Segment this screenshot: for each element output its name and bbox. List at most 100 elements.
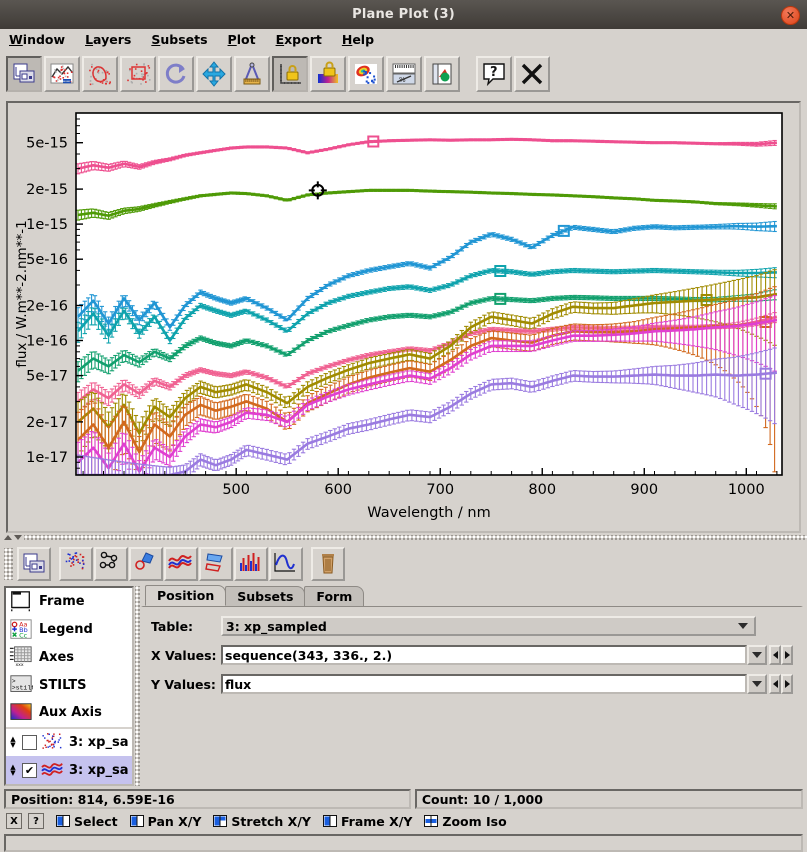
toolbar-pan-move-button[interactable] (196, 56, 232, 92)
splitter-down-icon[interactable] (14, 535, 22, 540)
sidebar-item-label: Axes (39, 650, 74, 665)
menu-help[interactable]: Help (339, 31, 377, 48)
sidebar-item-label: STILTS (39, 678, 86, 693)
splitter-grip[interactable] (24, 535, 807, 540)
toolbar-help-button[interactable]: ? (476, 56, 512, 92)
tab-bar: PositionSubsetsForm (141, 586, 803, 606)
hint-help-button[interactable]: ? (28, 813, 44, 829)
field-next-button[interactable] (781, 674, 793, 694)
x-tick-label: 900 (630, 482, 658, 498)
sketch-frames-icon: % (391, 61, 417, 87)
sidebar-item-legend[interactable]: AaBbCcLegend (6, 616, 132, 644)
menu-bar: Window Layers Subsets Plot Export Help (0, 29, 807, 50)
control-list-panel[interactable]: FrameAaBbCcLegendxxxAxes>>stilts STILTS Au… (4, 586, 134, 786)
splitter-up-icon[interactable] (4, 535, 12, 540)
form-panel: PositionSubsetsForm Table:3: xp_sampledX… (141, 586, 803, 786)
table-select[interactable]: 3: xp_sampled (221, 616, 756, 636)
sidebar-item-aux-axis[interactable]: Aux Axis (6, 699, 132, 727)
layer-reorder-icon[interactable]: ▲▼ (8, 764, 18, 776)
field-dropdown-button[interactable] (747, 674, 767, 694)
field-nav-buttons (769, 674, 793, 694)
layer-toolbar-grip[interactable] (4, 548, 13, 580)
field-label: X Values: (151, 648, 221, 663)
hint-label: Select (74, 814, 118, 829)
toolbar-new-window-button[interactable] (6, 56, 42, 92)
stilts-console-icon: >>stilts (9, 673, 33, 697)
layer-reorder-icon[interactable]: ▲▼ (8, 736, 18, 748)
layer-add-mark-layer-button[interactable] (59, 547, 93, 581)
sidebar-item-axes[interactable]: xxxAxes (6, 643, 132, 671)
toolbar-stack-plot-button[interactable] (44, 56, 80, 92)
tab-position[interactable]: Position (145, 585, 226, 606)
add-mark-layer-icon (63, 551, 89, 577)
chevron-left-icon (773, 651, 778, 659)
tab-subsets[interactable]: Subsets (225, 586, 305, 606)
hint-close-button[interactable]: X (6, 813, 22, 829)
layer-visible-checkbox[interactable] (22, 735, 37, 750)
layer-list-item[interactable]: ▲▼3: xp_sa (6, 729, 132, 757)
add-area-layer-icon (203, 551, 229, 577)
layer-add-area-layer-button[interactable] (199, 547, 233, 581)
hint-stretch-x-y: Stretch X/Y (213, 814, 311, 829)
y-values-input[interactable]: flux (221, 674, 747, 694)
field-next-button[interactable] (781, 645, 793, 665)
field-label: Table: (151, 619, 221, 634)
position-readout: Position: 814, 6.59E-16 (4, 789, 411, 809)
layer-add-function-layer-button[interactable] (269, 547, 303, 581)
y-tick-label: 2e-15 (26, 182, 68, 198)
toolbar-rotate-reset-button[interactable] (158, 56, 194, 92)
menu-export[interactable]: Export (273, 31, 325, 48)
field-prev-button[interactable] (769, 674, 781, 694)
toolbar-axis-lock-button[interactable] (272, 56, 308, 92)
form-row: X Values:sequence(343, 336., 2.) (151, 645, 793, 665)
chevron-left-icon (773, 680, 778, 688)
x-values-input[interactable]: sequence(343, 336., 2.) (221, 645, 747, 665)
status-bar: Position: 814, 6.59E-16 Count: 10 / 1,00… (4, 789, 803, 809)
field-prev-button[interactable] (769, 645, 781, 665)
y-tick-label: 5e-17 (26, 369, 68, 385)
main-toolbar: %? (0, 50, 807, 97)
mouse-left-icon (56, 815, 70, 827)
sidebar-item-stilts[interactable]: >>stilts STILTS (6, 671, 132, 699)
toolbar-blob-select-button[interactable] (82, 56, 118, 92)
control-splitter-grip[interactable] (135, 586, 140, 786)
svg-text:?: ? (490, 65, 498, 80)
menu-plot[interactable]: Plot (225, 31, 259, 48)
y-tick-label: 1e-15 (26, 217, 68, 233)
layer-add-shape-layer-button[interactable] (129, 547, 163, 581)
svg-text:%: % (399, 76, 406, 84)
legend-icon: AaBbCc (9, 618, 33, 642)
layer-list-item[interactable]: ▲▼✔3: xp_sa (6, 756, 132, 784)
sidebar-item-frame[interactable]: Frame (6, 588, 132, 616)
menu-subsets[interactable]: Subsets (148, 31, 210, 48)
lines-layer-icon (41, 760, 65, 780)
window-close-button[interactable]: ✕ (781, 6, 800, 25)
plot-canvas[interactable]: 5006007008009001000Wavelength / nm1e-172… (8, 103, 799, 531)
layer-add-link-layer-button[interactable] (94, 547, 128, 581)
layer-add-histogram-layer-button[interactable] (234, 547, 268, 581)
layer-delete-layer-button[interactable] (311, 547, 345, 581)
toolbar-close-x-button[interactable] (514, 56, 550, 92)
axis-lock-icon (277, 61, 303, 87)
tab-form[interactable]: Form (304, 586, 364, 606)
toolbar-export-image-button[interactable] (424, 56, 460, 92)
toolbar-density-shade-button[interactable] (348, 56, 384, 92)
x-tick-label: 500 (222, 482, 250, 498)
hint-label: Frame X/Y (341, 814, 412, 829)
sidebar-item-label: Aux Axis (39, 705, 102, 720)
field-label: Y Values: (151, 677, 221, 692)
menu-window[interactable]: Window (6, 31, 68, 48)
field-dropdown-button[interactable] (747, 645, 767, 665)
toolbar-measure-button[interactable] (234, 56, 270, 92)
control-splitter[interactable] (134, 586, 141, 786)
menu-layers[interactable]: Layers (82, 31, 134, 48)
y-tick-label: 5e-16 (26, 252, 68, 268)
plot-panel[interactable]: 5006007008009001000Wavelength / nm1e-172… (6, 101, 801, 533)
toolbar-box-select-button[interactable] (120, 56, 156, 92)
layer-add-line-layer-button[interactable] (164, 547, 198, 581)
layer-layer-window-button[interactable] (17, 547, 51, 581)
toolbar-aux-lock-button[interactable] (310, 56, 346, 92)
plot-splitter[interactable] (0, 533, 807, 542)
layer-visible-checkbox[interactable]: ✔ (22, 763, 37, 778)
toolbar-sketch-frames-button[interactable]: % (386, 56, 422, 92)
